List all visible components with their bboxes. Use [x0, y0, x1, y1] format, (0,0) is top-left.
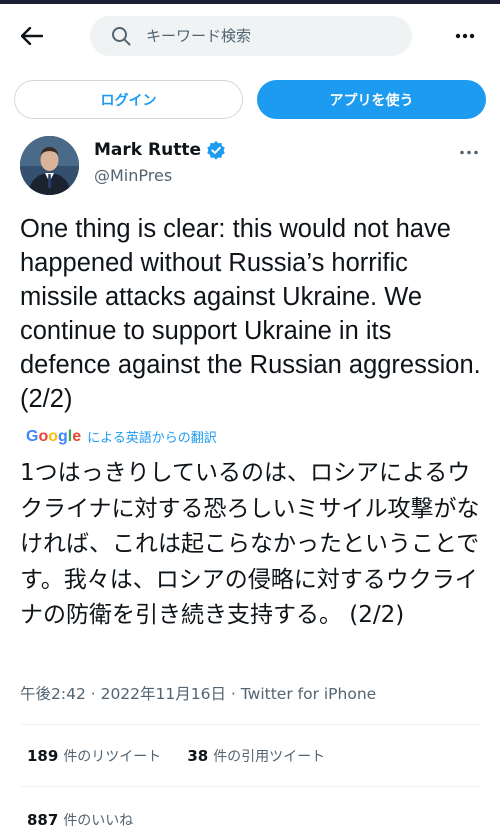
tweet-timestamp[interactable]: 午後2:42 · 2022年11月16日 · Twitter for iPhon…	[20, 682, 376, 704]
quotes-stat[interactable]: 38 件の引用ツイート	[187, 746, 325, 766]
translation-label: による英語からの翻訳	[87, 431, 217, 446]
use-app-button[interactable]: アプリを使う	[257, 80, 486, 119]
avatar[interactable]	[20, 136, 79, 195]
likes-stat[interactable]: 887 件のいいね	[27, 810, 133, 830]
engagement-stats: 189 件のリツイート 38 件の引用ツイート	[27, 746, 351, 766]
header	[0, 10, 500, 62]
author-handle[interactable]: @MinPres	[94, 166, 172, 185]
search-bar[interactable]	[90, 16, 412, 56]
tweet-more-icon[interactable]	[458, 144, 480, 160]
more-horizontal-icon[interactable]	[452, 24, 478, 48]
quotes-count: 38	[187, 747, 209, 765]
retweets-count: 189	[27, 747, 59, 765]
translation-attribution[interactable]: Google による英語からの翻訳	[26, 427, 217, 447]
retweets-label: 件のリツイート	[63, 749, 162, 765]
translated-tweet-text: 1つはっきりしているのは、ロシアによるウクライナに対する恐ろしいミサイル攻撃がな…	[20, 460, 480, 628]
likes-count: 887	[27, 811, 59, 829]
quotes-label: 件の引用ツイート	[213, 749, 326, 765]
top-status-strip	[0, 0, 500, 4]
auth-buttons: ログイン アプリを使う	[14, 80, 486, 120]
tweet-author: Mark Rutte @MinPres	[20, 136, 480, 196]
login-button[interactable]: ログイン	[14, 80, 243, 119]
back-arrow-icon[interactable]	[18, 22, 46, 50]
divider	[20, 724, 480, 725]
verified-badge-icon	[206, 140, 226, 160]
author-name[interactable]: Mark Rutte	[94, 140, 201, 160]
retweets-stat[interactable]: 189 件のリツイート	[27, 746, 161, 766]
divider	[20, 786, 480, 787]
search-input[interactable]	[146, 27, 386, 45]
tweet-text: One thing is clear: this would not have …	[20, 215, 481, 413]
search-icon	[110, 25, 132, 47]
google-logo: Google	[26, 427, 82, 445]
likes-label: 件のいいね	[63, 813, 134, 829]
author-name-row: Mark Rutte	[94, 140, 226, 160]
